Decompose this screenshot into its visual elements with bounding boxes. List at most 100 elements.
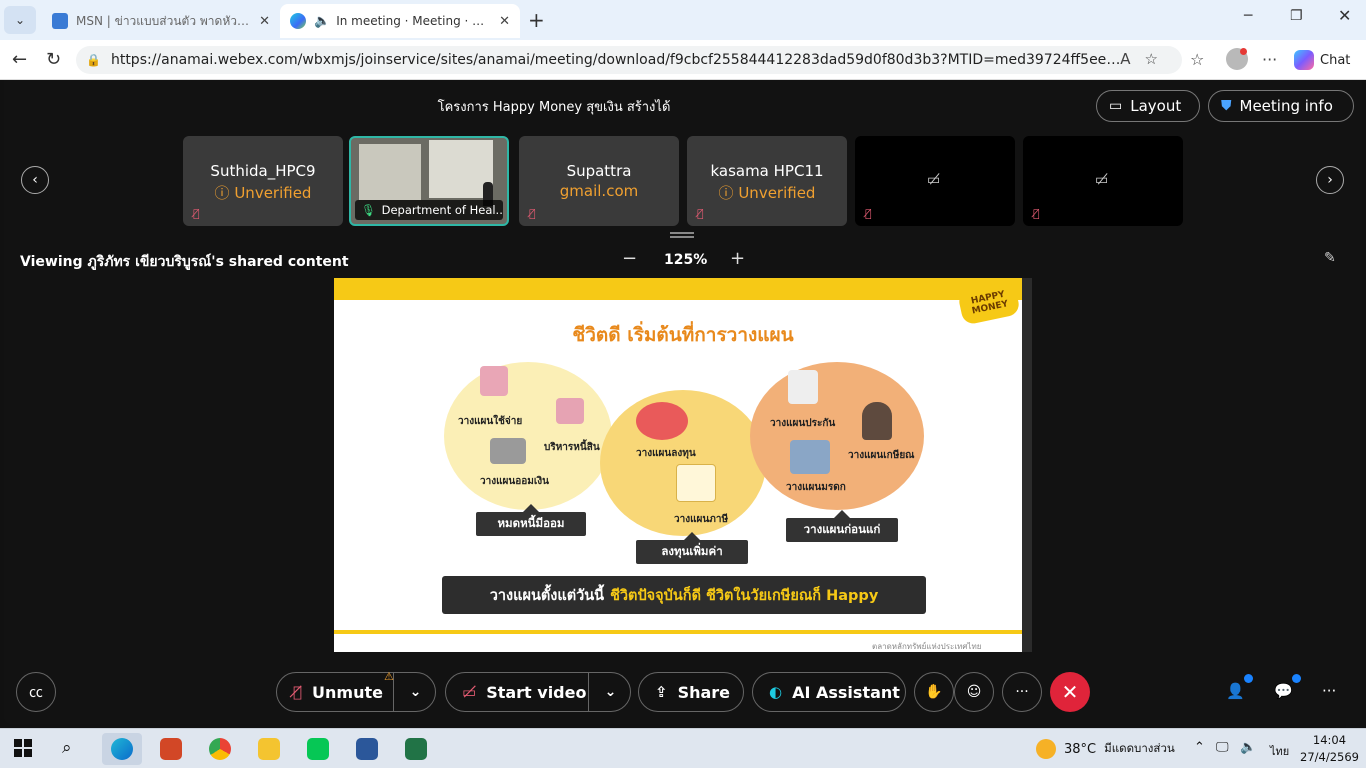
chat-icon[interactable]: 💬 xyxy=(1274,682,1293,700)
system-clock[interactable]: 14:04 27/4/2569 xyxy=(1300,732,1359,766)
url-field[interactable]: 🔒 https://anamai.webex.com/wbxmjs/joinse… xyxy=(76,46,1182,74)
mic-muted-icon: 🎙̸ xyxy=(293,683,303,701)
taskbar-powerpoint[interactable] xyxy=(151,733,191,765)
family-illustration xyxy=(790,440,830,474)
tab-title: In meeting · Meeting · Webex xyxy=(336,14,493,28)
ai-assistant-button[interactable]: ◐ AI Assistant xyxy=(752,672,906,712)
weather-icon xyxy=(1036,739,1056,759)
participant-tile[interactable]: kasama HPC11 ⓘ Unverified 🎙̸ xyxy=(687,136,847,226)
zoom-in-button[interactable]: + xyxy=(730,248,745,269)
participants-icon[interactable]: 👤 xyxy=(1226,682,1245,700)
taskbar-explorer[interactable] xyxy=(249,733,289,765)
resize-handle[interactable] xyxy=(670,232,694,238)
reactions-button[interactable]: ☺ xyxy=(954,672,994,712)
windows-start-button[interactable] xyxy=(14,739,32,757)
read-aloud-icon[interactable]: A☆ xyxy=(1120,50,1172,68)
language-indicator[interactable]: ไทย xyxy=(1270,742,1289,760)
url-text: https://anamai.webex.com/wbxmjs/joinserv… xyxy=(110,52,1121,68)
more-icon[interactable]: ··· xyxy=(1262,50,1277,69)
tab-actions-menu[interactable]: ⌄ xyxy=(4,6,36,34)
close-icon[interactable]: ✕ xyxy=(259,14,270,29)
banner-highlight: ชีวิตปัจจุบันก็ดี ชีวิตในวัยเกษียณก็ Hap… xyxy=(610,587,879,604)
new-tab-button[interactable]: + xyxy=(528,8,545,32)
plan-label: วางแผนออมเงิน xyxy=(480,476,549,487)
annotate-icon[interactable]: ✎ xyxy=(1324,250,1336,266)
clock-time: 14:04 xyxy=(1312,733,1347,747)
raise-hand-button[interactable]: ✋ xyxy=(914,672,954,712)
refresh-icon[interactable]: ↻ xyxy=(46,49,61,70)
pie-chart-illustration xyxy=(636,402,688,440)
video-options-button[interactable]: ⌄ xyxy=(588,673,632,711)
zoom-out-button[interactable]: − xyxy=(622,248,637,269)
participant-tile[interactable]: ▭̸ 🎙̸ xyxy=(855,136,1015,226)
ai-assistant-icon: ◐ xyxy=(769,683,783,701)
line-icon xyxy=(307,738,329,760)
strip-prev-button[interactable]: ‹ xyxy=(21,166,49,194)
banner-text: วางแผนตั้งแต่วันนี้ xyxy=(489,587,605,604)
captions-button[interactable]: ㏄ xyxy=(16,672,56,712)
mic-active-icon: 🎙 xyxy=(361,203,376,217)
network-icon[interactable]: 🖵 xyxy=(1216,740,1229,755)
chrome-icon xyxy=(209,738,231,760)
start-video-button[interactable]: ▭̸ Start video ⌄ xyxy=(445,672,631,712)
strip-next-button[interactable]: › xyxy=(1316,166,1344,194)
taskbar-chrome[interactable] xyxy=(200,733,240,765)
chat-label: Chat xyxy=(1320,52,1351,68)
chevron-down-icon: ⌄ xyxy=(409,684,422,700)
excel-icon xyxy=(405,738,427,760)
share-button[interactable]: ⇪ Share xyxy=(638,672,744,712)
tab-webex[interactable]: 🔈 In meeting · Meeting · Webex ✕ xyxy=(280,4,520,38)
participant-tile[interactable]: ▭̸ 🎙̸ xyxy=(1023,136,1183,226)
window-close-icon[interactable]: ✕ xyxy=(1338,6,1351,25)
browser-tab-bar: ⌄ MSN | ข่าวแบบส่วนตัว พาดหัวข่าวยอดนิยม… xyxy=(0,0,1366,40)
more-icon: ··· xyxy=(1015,684,1029,700)
participant-name: Supattra xyxy=(566,162,632,180)
more-panels-icon[interactable]: ··· xyxy=(1322,682,1336,700)
unmute-button[interactable]: 🎙̸ Unmute ⌄ xyxy=(276,672,436,712)
speaker-icon[interactable]: 🔈 xyxy=(314,14,330,29)
slide-banner: วางแผนตั้งแต่วันนี้ ชีวิตปัจจุบันก็ดี ชี… xyxy=(442,576,926,614)
minimize-icon[interactable]: ─ xyxy=(1244,8,1252,24)
taskbar-line[interactable] xyxy=(298,733,338,765)
goal-tag: วางแผนก่อนแก่ xyxy=(786,510,898,542)
participant-name: Department of Heal... xyxy=(381,203,503,217)
insurance-document-illustration xyxy=(788,370,818,404)
restore-icon[interactable]: ❐ xyxy=(1290,8,1303,24)
slide-divider xyxy=(334,630,1022,634)
sharing-status: Viewing ภูริภัทร เขียวบริบูรณ์'s shared … xyxy=(20,254,349,270)
leave-meeting-button[interactable]: ✕ xyxy=(1050,672,1090,712)
chevron-down-icon: ⌄ xyxy=(14,13,26,27)
audio-options-button[interactable]: ⌄ xyxy=(393,673,437,711)
tab-msn[interactable]: MSN | ข่าวแบบส่วนตัว พาดหัวข่าวยอดนิยม ✕ xyxy=(42,4,280,38)
layout-button[interactable]: ▭ Layout xyxy=(1096,90,1200,122)
taskbar-word[interactable] xyxy=(347,733,387,765)
camera-off-icon: ▭̸ xyxy=(927,172,941,188)
taskbar-edge[interactable] xyxy=(102,733,142,765)
notification-dot xyxy=(1292,674,1301,683)
mic-muted-icon: 🎙̸ xyxy=(193,207,200,220)
participant-tile[interactable]: Supattra gmail.com 🎙̸ xyxy=(519,136,679,226)
copilot-icon xyxy=(1294,50,1314,70)
search-icon[interactable]: ⌕ xyxy=(62,738,72,758)
volume-icon[interactable]: 🔈 xyxy=(1240,740,1256,755)
participant-name: Suthida_HPC9 xyxy=(210,162,316,180)
plan-label: บริหารหนี้สิน xyxy=(544,442,600,453)
chevron-down-icon: ⌄ xyxy=(604,684,617,700)
webex-meeting-window: โครงการ Happy Money สุขเงิน สร้างได้ ▭ L… xyxy=(4,80,1362,724)
video-frame xyxy=(359,144,421,200)
back-icon[interactable]: ← xyxy=(12,49,27,70)
meeting-info-button[interactable]: ⛊ Meeting info xyxy=(1208,90,1354,122)
taskbar-excel[interactable] xyxy=(396,733,436,765)
participant-tile[interactable]: Suthida_HPC9 ⓘ Unverified 🎙̸ xyxy=(183,136,343,226)
copilot-chat-button[interactable]: Chat xyxy=(1294,48,1350,72)
chevron-up-icon[interactable]: ⌃ xyxy=(1194,740,1205,755)
close-icon: ✕ xyxy=(1061,680,1079,704)
weather-widget[interactable]: 38°C มีแดดบางส่วน xyxy=(1036,739,1175,759)
more-options-button[interactable]: ··· xyxy=(1002,672,1042,712)
favorites-icon[interactable]: ☆ xyxy=(1190,50,1204,69)
weather-text: มีแดดบางส่วน xyxy=(1104,741,1175,755)
participant-tile-video[interactable]: 🎙 Department of Heal... xyxy=(349,136,509,226)
close-icon[interactable]: ✕ xyxy=(499,14,510,29)
site-info-icon[interactable]: 🔒 xyxy=(86,53,101,67)
shared-content-slide: HAPPY MONEY ชีวิตดี เริ่มต้นที่การวางแผน… xyxy=(334,278,1032,652)
